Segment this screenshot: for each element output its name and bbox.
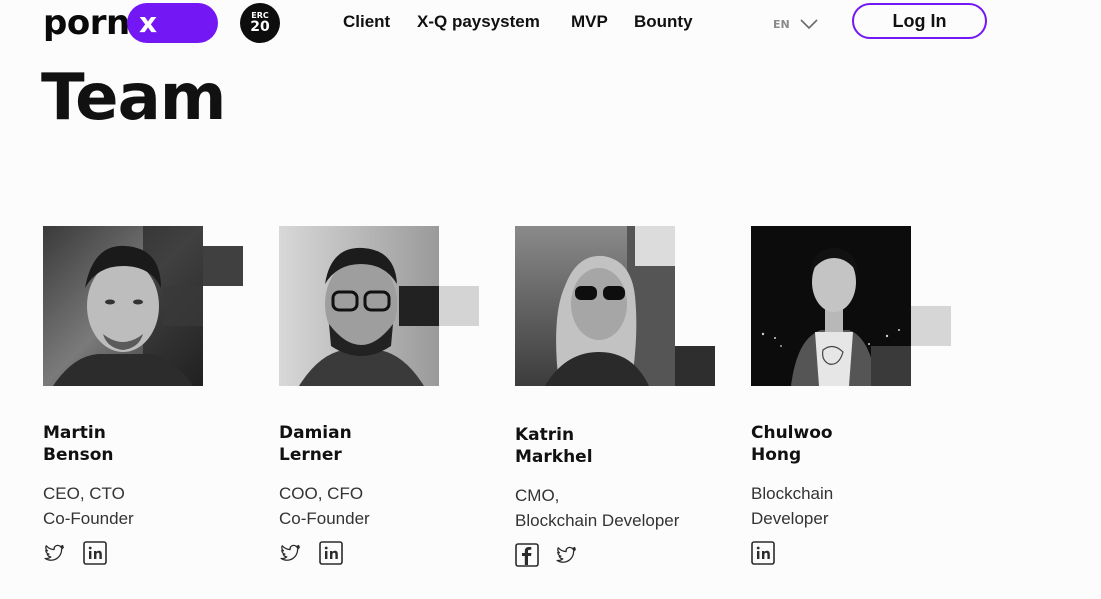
- chevron-down-icon: [800, 19, 818, 29]
- member-first-name: Chulwoo: [751, 423, 833, 443]
- linkedin-icon[interactable]: [83, 541, 107, 570]
- member-name: Damian Lerner: [279, 422, 352, 466]
- member-role-line1: Blockchain: [751, 484, 834, 503]
- nav-xq-paysystem[interactable]: X-Q paysystem: [417, 12, 540, 32]
- page-title: Team: [41, 61, 226, 135]
- site-logo[interactable]: porn x: [43, 3, 219, 43]
- member-role-line1: CMO,: [515, 486, 560, 505]
- decor-square: [871, 346, 911, 386]
- member-role-line2: Co-Founder: [43, 509, 134, 528]
- member-socials: [43, 541, 107, 570]
- member-role-line1: CEO, CTO: [43, 484, 125, 503]
- member-first-name: Katrin: [515, 425, 575, 445]
- member-socials: [515, 543, 577, 572]
- twitter-icon[interactable]: [555, 544, 577, 571]
- member-socials: [279, 541, 343, 570]
- decor-square: [399, 286, 439, 326]
- member-role: Blockchain Developer: [751, 481, 833, 531]
- member-role-line2: Blockchain Developer: [515, 511, 680, 530]
- logo-wordmark: porn: [43, 3, 130, 43]
- decor-square: [675, 346, 715, 386]
- member-last-name: Benson: [43, 445, 114, 465]
- team-member-card: Katrin Markhel CMO, Blockchain Developer: [515, 226, 735, 586]
- member-role: CEO, CTO Co-Founder: [43, 481, 134, 531]
- login-button[interactable]: Log In: [852, 3, 987, 39]
- team-member-card: Chulwoo Hong Blockchain Developer: [751, 226, 971, 586]
- member-last-name: Markhel: [515, 447, 593, 467]
- member-role-line2: Co-Founder: [279, 509, 370, 528]
- member-role-line1: COO, CFO: [279, 484, 364, 503]
- member-socials: [751, 541, 775, 570]
- member-first-name: Damian: [279, 423, 352, 443]
- logo-x-pill: x: [127, 3, 218, 43]
- decor-square: [911, 306, 951, 346]
- member-role-line2: Developer: [751, 509, 829, 528]
- twitter-icon[interactable]: [43, 542, 65, 569]
- team-member-card: Damian Lerner COO, CFO Co-Founder: [279, 226, 499, 586]
- team-member-card: Martin Benson CEO, CTO Co-Founder: [43, 226, 263, 586]
- linkedin-icon[interactable]: [319, 541, 343, 570]
- member-role: COO, CFO Co-Founder: [279, 481, 370, 531]
- linkedin-icon[interactable]: [751, 541, 775, 570]
- erc20-badge-bottom: 20: [250, 19, 270, 35]
- member-role: CMO, Blockchain Developer: [515, 483, 679, 533]
- member-name: Chulwoo Hong: [751, 422, 833, 466]
- facebook-icon[interactable]: [515, 543, 539, 572]
- decor-square: [635, 226, 675, 266]
- erc20-badge: ERC 20: [240, 3, 280, 43]
- member-name: Martin Benson: [43, 422, 114, 466]
- language-code: EN: [773, 17, 790, 31]
- language-selector[interactable]: EN: [773, 15, 818, 33]
- twitter-icon[interactable]: [279, 542, 301, 569]
- nav-client[interactable]: Client: [343, 12, 390, 32]
- decor-square: [203, 246, 243, 286]
- nav-bounty[interactable]: Bounty: [634, 12, 693, 32]
- member-name: Katrin Markhel: [515, 424, 593, 468]
- decor-square: [439, 286, 479, 326]
- member-last-name: Hong: [751, 445, 802, 465]
- member-last-name: Lerner: [279, 445, 342, 465]
- member-first-name: Martin: [43, 423, 106, 443]
- decor-square: [163, 286, 203, 326]
- nav-mvp[interactable]: MVP: [571, 12, 608, 32]
